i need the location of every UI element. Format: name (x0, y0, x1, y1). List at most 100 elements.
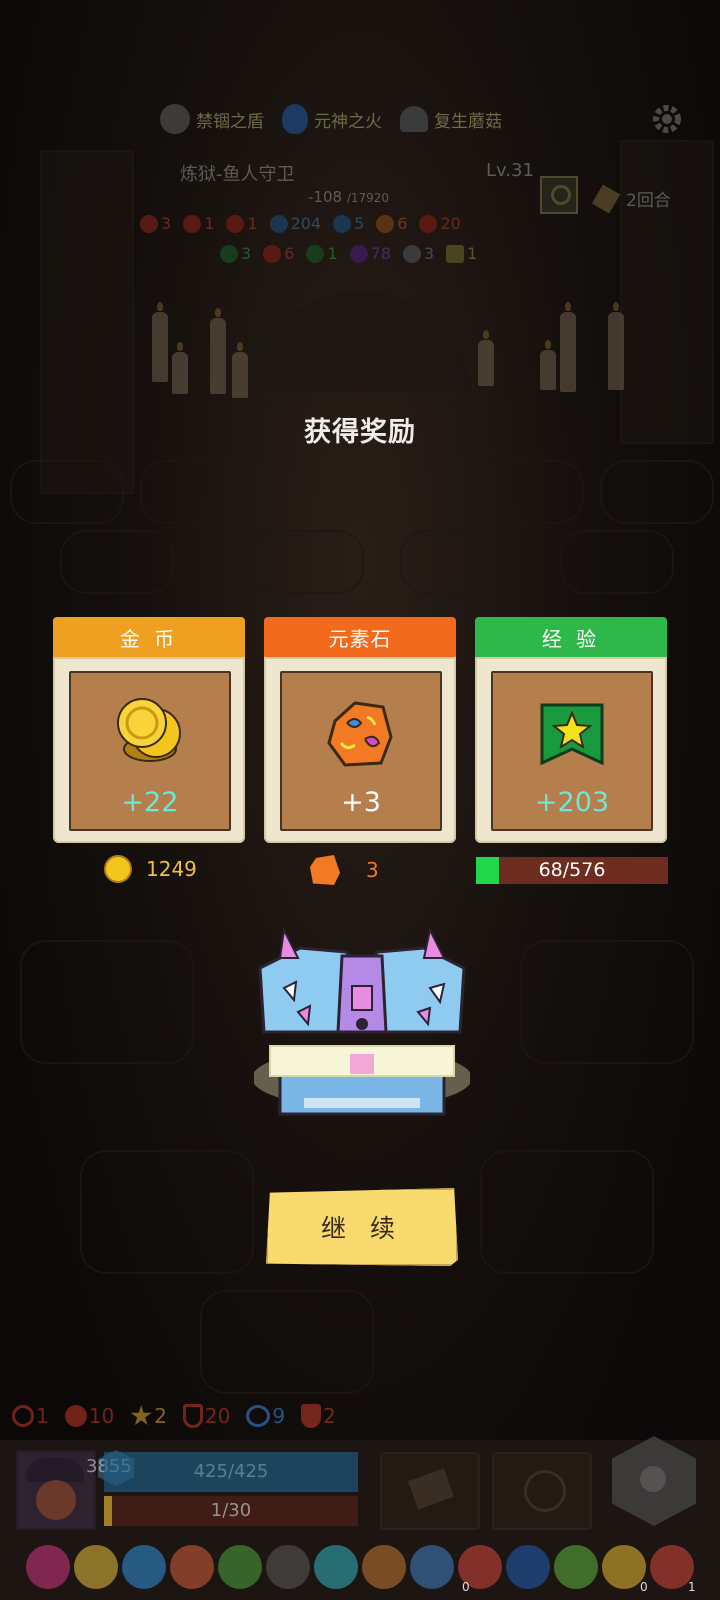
inventory-item[interactable] (26, 1545, 70, 1589)
enemy-info-button[interactable] (540, 176, 578, 214)
inventory-item[interactable] (410, 1545, 454, 1589)
magnifier-icon (551, 185, 571, 205)
experience-badge-icon (540, 703, 604, 766)
candle (152, 302, 168, 382)
inventory-item[interactable] (218, 1545, 262, 1589)
continue-button[interactable]: 继 续 (266, 1188, 458, 1266)
candle (478, 330, 494, 386)
floor-tile (470, 460, 584, 524)
gold-coins-icon (117, 698, 181, 762)
gear-burst-icon (64, 1405, 87, 1427)
hourglass-icon (591, 183, 621, 214)
inventory-item[interactable] (506, 1545, 550, 1589)
enemy-stat: 3 (140, 214, 171, 233)
eye-icon (246, 1405, 271, 1427)
inventory-item[interactable] (362, 1545, 406, 1589)
candle (210, 308, 226, 394)
enemy-stat: 78 (349, 244, 391, 263)
treasure-chest-icon (254, 928, 470, 1116)
item-count: 0 (462, 1580, 470, 1594)
buff-label: 禁锢之盾 (196, 111, 264, 132)
check-shield-icon (301, 1404, 322, 1428)
settings-button[interactable] (650, 102, 684, 136)
buff-item[interactable]: 复生蘑菇 (400, 106, 502, 132)
player-stats-row: 1 10 2 20 9 2 (12, 1404, 336, 1428)
experience-bar-text: 68/576 (538, 859, 606, 881)
lock-icon (446, 244, 465, 263)
green-swirl-icon (306, 244, 325, 263)
gold-total: 1249 (104, 855, 197, 883)
enemy-stat: 1 (183, 214, 214, 233)
reward-amount: +22 (121, 787, 179, 818)
gear-icon (653, 105, 681, 133)
hp-bar-text: 425/425 (193, 1461, 269, 1482)
reward-amount: +3 (341, 787, 381, 818)
green-leaf-icon (220, 244, 238, 263)
skull-icon (402, 244, 421, 263)
candle (540, 340, 556, 390)
inventory-item[interactable] (122, 1545, 166, 1589)
stone-total: 3 (310, 855, 379, 885)
gold-total-value: 1249 (146, 857, 197, 881)
face-icon (36, 1480, 76, 1520)
floor-tile (80, 1150, 254, 1274)
buff-item[interactable]: 禁锢之盾 (160, 104, 264, 134)
element-stone-small-icon (310, 855, 340, 885)
inventory-item[interactable] (170, 1545, 214, 1589)
enemy-hp-max: /17920 (346, 191, 390, 205)
enemy-stat: 1 (446, 244, 477, 263)
candle (232, 342, 248, 398)
reward-amount: +203 (534, 787, 610, 818)
enemy-stats-row-2: 3 6 1 78 3 1 (220, 244, 477, 263)
turn-counter: 2回合 (591, 183, 671, 214)
reward-card-stone: 元素石 +3 (264, 617, 456, 845)
item-count: 1 (688, 1580, 696, 1594)
hat-icon (26, 1458, 84, 1482)
spiral-icon (12, 1405, 34, 1427)
inventory-item[interactable] (554, 1545, 598, 1589)
enemy-stats-row-1: 3 1 1 204 5 6 20 (140, 214, 461, 233)
floor-tile (480, 1150, 654, 1274)
buff-bar: 禁锢之盾 元神之火 复生蘑菇 (160, 104, 502, 134)
skill-slot[interactable] (380, 1452, 480, 1530)
red-fire-icon (263, 244, 282, 263)
blue-snow-icon (269, 214, 288, 233)
mushroom-icon (400, 106, 428, 132)
enemy-stat: 3 (220, 244, 251, 263)
red-fist-icon (226, 214, 245, 233)
inventory-item[interactable] (266, 1545, 310, 1589)
floor-tile (400, 530, 514, 594)
reward-card-exp: 经 验 +203 (475, 617, 667, 845)
reward-card-header: 经 验 (475, 617, 667, 657)
scroll-icon (408, 1468, 454, 1510)
turns-text: 2回合 (626, 191, 671, 211)
floor-tile (200, 1290, 374, 1394)
stone-total-value: 3 (366, 858, 379, 882)
reward-card-frame: +22 (53, 657, 245, 843)
enemy-level: Lv.31 (486, 160, 534, 181)
player-avatar[interactable] (16, 1450, 96, 1530)
compass-icon (524, 1470, 566, 1512)
player-stat: 1 (12, 1404, 49, 1428)
item-count: 0 (640, 1580, 648, 1594)
blue-chat-icon (333, 214, 352, 233)
reward-card-frame: +203 (475, 657, 667, 843)
reward-card-frame: +3 (264, 657, 456, 843)
skill-slot[interactable] (492, 1452, 592, 1530)
enemy-name: 炼狱-鱼人守卫 (180, 164, 295, 185)
player-stat: 20 (182, 1404, 230, 1428)
player-stat: 2 (130, 1404, 167, 1428)
inventory-item[interactable] (74, 1545, 118, 1589)
floor-tile (600, 460, 714, 524)
shield-icon (182, 1404, 203, 1428)
reward-card-gold: 金 币 +22 (53, 617, 245, 845)
enemy-stat: 6 (376, 214, 407, 233)
buff-item[interactable]: 元神之火 (282, 104, 382, 134)
enemy-stat: 5 (333, 214, 364, 233)
hp-bar: 425/425 (104, 1452, 358, 1492)
player-stat: 9 (246, 1404, 285, 1428)
inventory-item[interactable] (314, 1545, 358, 1589)
player-stat: 10 (64, 1404, 114, 1428)
buff-label: 复生蘑菇 (434, 111, 502, 132)
enemy-stat: 6 (263, 244, 294, 263)
